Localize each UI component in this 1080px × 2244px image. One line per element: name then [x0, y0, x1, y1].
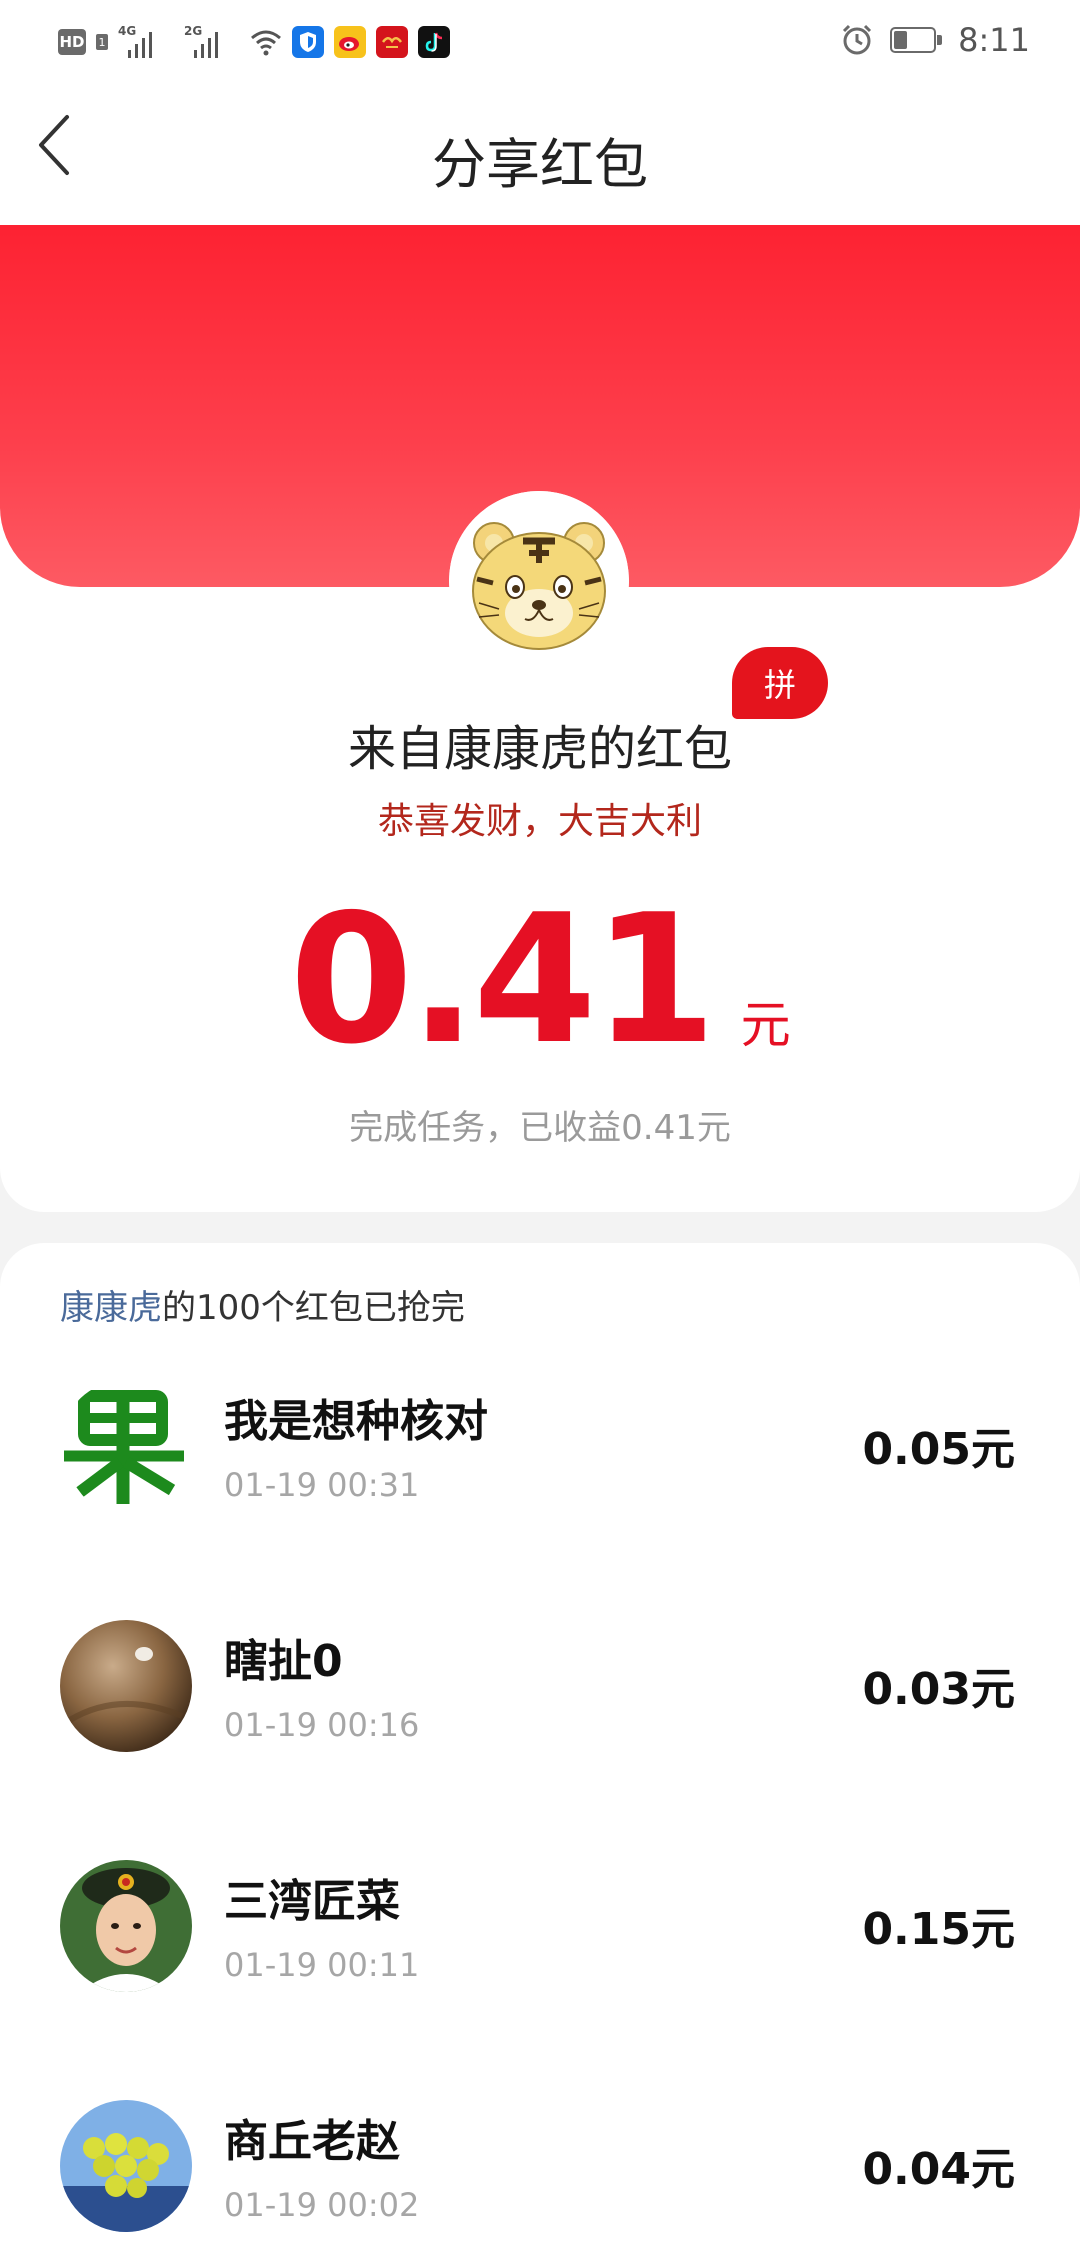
amount-value: 0.41	[289, 876, 716, 1083]
envelope-amount: 0.41 元	[0, 876, 1080, 1083]
pearl-avatar-icon	[60, 1620, 192, 1752]
receiver-name: 商丘老赵	[224, 2116, 400, 2167]
receivers-card: 康康虎的100个红包已抢完 我是想种核对 01-19 00:31 0.05元 瞎…	[0, 1243, 1080, 2244]
alarm-icon	[843, 24, 872, 55]
summary-sender-name[interactable]: 康康虎	[60, 1288, 162, 1328]
xuexi-app-icon	[376, 26, 408, 58]
weibo-app-icon	[334, 26, 366, 58]
nav-bar: 分享红包	[0, 80, 1080, 225]
sender-avatar[interactable]	[449, 491, 629, 671]
hd-icon: HD	[58, 29, 86, 55]
receiver-amount: 0.05元	[862, 1424, 1015, 1475]
hd-sub-icon: 1	[96, 34, 108, 50]
receivers-summary: 康康虎的100个红包已抢完	[60, 1280, 465, 1329]
income-note: 完成任务，已收益0.41元	[349, 1108, 731, 1148]
list-item[interactable]: 商丘老赵 01-19 00:02 0.04元	[0, 2063, 1080, 2244]
avatar[interactable]	[60, 1860, 192, 1992]
receiver-time: 01-19 00:02	[224, 2186, 420, 2224]
battery-icon	[890, 27, 943, 53]
receiver-time: 01-19 00:16	[224, 1706, 420, 1744]
receiver-amount: 0.15元	[862, 1904, 1015, 1955]
page-title: 分享红包	[432, 133, 648, 196]
avatar[interactable]	[60, 1620, 192, 1752]
signal-4g-icon: 4G	[118, 24, 174, 60]
signal-2g-icon: 2G	[184, 24, 240, 60]
envelope-blessing: 恭喜发财，大吉大利	[377, 801, 702, 842]
tiger-avatar-icon	[449, 491, 629, 671]
receiver-amount: 0.03元	[862, 1664, 1015, 1715]
list-item[interactable]: 我是想种核对 01-19 00:31 0.05元	[0, 1343, 1080, 1583]
list-item[interactable]: 三湾匠菜 01-19 00:11 0.15元	[0, 1823, 1080, 2063]
status-left: HD 1 4G 2G	[58, 22, 450, 62]
receivers-list: 我是想种核对 01-19 00:31 0.05元 瞎扯0 01-19 00:16…	[0, 1343, 1080, 2244]
grapes-avatar-icon	[60, 2100, 192, 2232]
envelope-from-title: 来自康康虎的红包	[347, 721, 732, 777]
tiktok-app-icon	[418, 26, 450, 58]
receiver-name: 瞎扯0	[224, 1636, 343, 1687]
shield-app-icon	[292, 26, 324, 58]
receiver-name: 我是想种核对	[224, 1396, 488, 1447]
status-time: 8:11	[958, 21, 1030, 59]
avatar[interactable]	[60, 1380, 192, 1512]
avatar[interactable]	[60, 2100, 192, 2232]
summary-text: 的100个红包已抢完	[162, 1288, 465, 1328]
red-envelope-card: 拼 来自康康虎的红包 恭喜发财，大吉大利 0.41 元 完成任务，已收益0.41元	[0, 225, 1080, 1212]
receiver-time: 01-19 00:31	[224, 1466, 420, 1504]
status-bar: HD 1 4G 2G 8:11	[0, 0, 1080, 80]
person-portrait-avatar-icon	[60, 1860, 192, 1992]
fruit-character-avatar-icon	[60, 1380, 192, 1512]
amount-unit: 元	[740, 996, 791, 1054]
receiver-time: 01-19 00:11	[224, 1946, 420, 1984]
wifi-icon	[251, 30, 281, 56]
receiver-name: 三湾匠菜	[224, 1876, 400, 1927]
status-right: 8:11	[840, 18, 1030, 62]
list-item[interactable]: 瞎扯0 01-19 00:16 0.03元	[0, 1583, 1080, 1823]
receiver-amount: 0.04元	[862, 2144, 1015, 2195]
